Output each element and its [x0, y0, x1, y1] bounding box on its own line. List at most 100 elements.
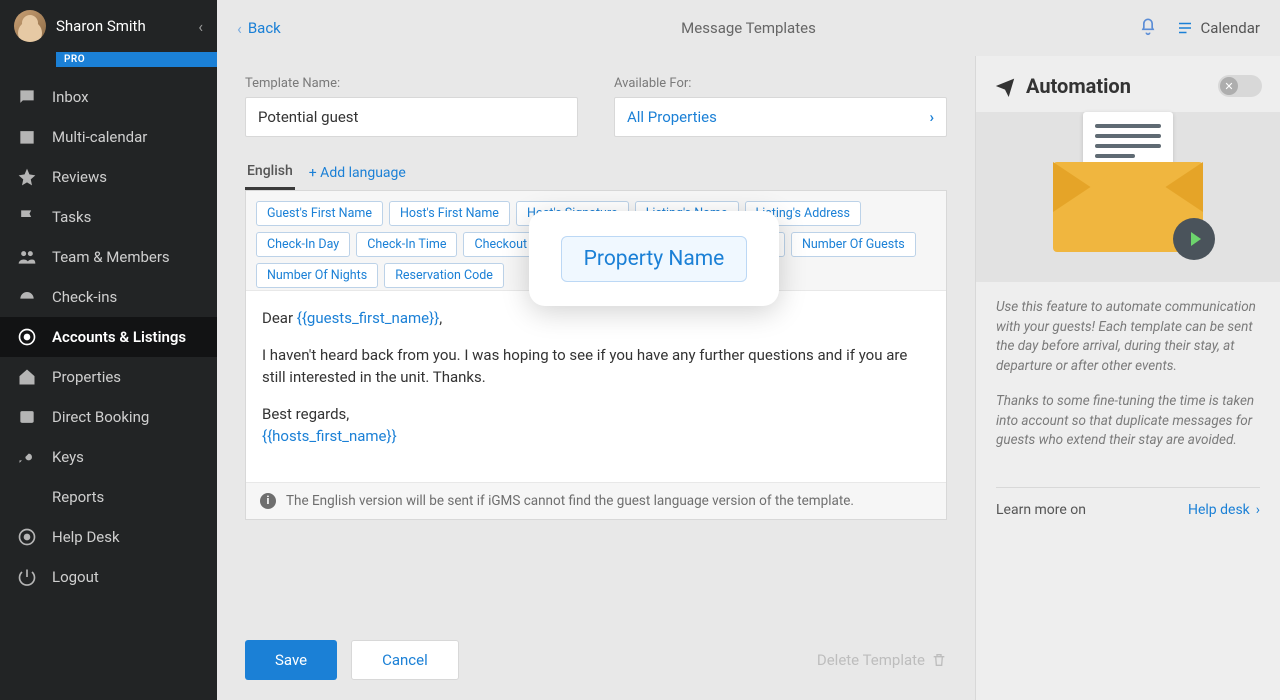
sidebar-item-logout[interactable]: Logout	[0, 557, 217, 597]
sidebar-item-accounts-listings[interactable]: Accounts & Listings	[0, 317, 217, 357]
highlight-tooltip: Property Name	[529, 211, 779, 306]
chip-hosts-first-name[interactable]: Host's First Name	[389, 201, 510, 226]
sidebar-item-reports[interactable]: Reports	[0, 477, 217, 517]
sidebar-item-label: Direct Booking	[52, 408, 149, 426]
home-icon	[16, 366, 38, 388]
delete-label: Delete Template	[817, 651, 925, 669]
info-note: i The English version will be sent if iG…	[246, 482, 946, 519]
sidebar-item-label: Keys	[52, 448, 84, 466]
chip-reservation-code[interactable]: Reservation Code	[384, 263, 504, 288]
sidebar-item-label: Tasks	[52, 208, 91, 226]
trash-icon	[931, 652, 947, 668]
flag-icon	[16, 206, 38, 228]
help-icon	[16, 526, 38, 548]
sidebar-item-reviews[interactable]: Reviews	[0, 157, 217, 197]
field-row: Template Name: Available For: All Proper…	[245, 76, 947, 137]
automation-title: Automation	[1026, 74, 1208, 98]
sidebar-item-team[interactable]: Team & Members	[0, 237, 217, 277]
automation-toggle[interactable]	[1218, 75, 1262, 97]
gear-play-icon	[1173, 218, 1215, 260]
field-available-for: Available For: All Properties ›	[614, 76, 947, 137]
sidebar-item-multicalendar[interactable]: Multi-calendar	[0, 117, 217, 157]
sidebar-item-label: Help Desk	[52, 528, 120, 546]
sidebar-item-label: Multi-calendar	[52, 128, 147, 146]
automation-header: Automation	[976, 56, 1280, 112]
sidebar-item-label: Accounts & Listings	[52, 328, 186, 346]
sidebar-item-label: Reports	[52, 488, 104, 506]
chip-guests-first-name[interactable]: Guest's First Name	[256, 201, 383, 226]
signoff-block: Best regards, {{hosts_first_name}}	[262, 403, 930, 448]
booking-icon	[16, 406, 38, 428]
plane-icon	[994, 75, 1016, 97]
chevron-right-icon: ›	[1256, 502, 1260, 518]
cancel-button[interactable]: Cancel	[351, 640, 459, 680]
chip-checkin-day[interactable]: Check-In Day	[256, 232, 350, 257]
calendar-icon	[16, 126, 38, 148]
message-body-editor[interactable]: Dear {{guests_first_name}}, I haven't he…	[246, 291, 946, 482]
pro-badge: PRO	[56, 52, 217, 67]
chip-property-name[interactable]: Property Name	[561, 236, 748, 282]
main: ‹ Back Message Templates Calendar Templa…	[217, 0, 1280, 700]
delete-template-button[interactable]: Delete Template	[817, 651, 947, 669]
automation-footer: Learn more on Help desk ›	[996, 487, 1260, 532]
body-paragraph: I haven't heard back from you. I was hop…	[262, 344, 930, 389]
team-icon	[16, 246, 38, 268]
notification-bell-icon[interactable]	[1138, 16, 1158, 40]
avatar[interactable]	[14, 10, 46, 42]
automation-p2: Thanks to some fine-tuning the time is t…	[996, 392, 1260, 451]
envelope-icon	[1053, 142, 1203, 252]
topbar: ‹ Back Message Templates Calendar	[217, 0, 1280, 56]
sidebar-item-checkins[interactable]: Check-ins	[0, 277, 217, 317]
sidebar-item-helpdesk[interactable]: Help Desk	[0, 517, 217, 557]
sidebar-item-label: Reviews	[52, 168, 107, 186]
sidebar-item-properties[interactable]: Properties	[0, 357, 217, 397]
content: Template Name: Available For: All Proper…	[217, 56, 1280, 700]
nav-list: Inbox Multi-calendar Reviews Tasks Team …	[0, 77, 217, 517]
chevron-left-icon: ‹	[237, 19, 242, 38]
chat-icon	[16, 86, 38, 108]
profile-name: Sharon Smith	[56, 17, 146, 35]
chip-number-of-guests[interactable]: Number Of Guests	[791, 232, 916, 257]
template-name-label: Template Name:	[245, 76, 578, 91]
sidebar-item-label: Team & Members	[52, 248, 170, 266]
back-label: Back	[248, 19, 281, 37]
sidebar-item-inbox[interactable]: Inbox	[0, 77, 217, 117]
sidebar-item-direct-booking[interactable]: Direct Booking	[0, 397, 217, 437]
automation-panel: Automation Use this feature to automate …	[975, 56, 1280, 700]
automation-p1: Use this feature to automate communicati…	[996, 298, 1260, 376]
logout-icon	[16, 566, 38, 588]
sidebar-item-keys[interactable]: Keys	[0, 437, 217, 477]
calendar-link[interactable]: Calendar	[1176, 19, 1260, 37]
automation-illustration	[976, 112, 1280, 282]
chip-number-of-nights[interactable]: Number Of Nights	[256, 263, 378, 288]
collapse-sidebar-icon[interactable]: ‹	[198, 17, 203, 36]
add-language-button[interactable]: + Add language	[309, 157, 406, 189]
sidebar-item-label: Check-ins	[52, 288, 117, 306]
field-template-name: Template Name:	[245, 76, 578, 137]
nav-bottom: Help Desk Logout	[0, 517, 217, 700]
info-icon: i	[260, 493, 276, 509]
sidebar: Sharon Smith ‹ PRO Inbox Multi-calendar …	[0, 0, 217, 700]
learn-more-label: Learn more on	[996, 502, 1086, 518]
tab-english[interactable]: English	[245, 155, 295, 190]
account-icon	[16, 326, 38, 348]
token-hosts-first-name: {{hosts_first_name}}	[262, 427, 397, 445]
chevron-right-icon: ›	[929, 108, 934, 126]
calendar-lines-icon	[1176, 19, 1194, 37]
template-name-input[interactable]	[245, 97, 578, 137]
topbar-right: Calendar	[1138, 16, 1260, 40]
template-editor: Template Name: Available For: All Proper…	[217, 56, 975, 700]
chip-checkin-time[interactable]: Check-In Time	[356, 232, 457, 257]
available-for-value: All Properties	[627, 108, 717, 126]
save-button[interactable]: Save	[245, 640, 337, 680]
sidebar-item-label: Logout	[52, 568, 99, 586]
actions-row: Save Cancel Delete Template	[245, 620, 947, 680]
back-button[interactable]: ‹ Back	[237, 19, 281, 38]
automation-description: Use this feature to automate communicati…	[976, 282, 1280, 467]
sidebar-item-label: Properties	[52, 368, 121, 386]
help-desk-link[interactable]: Help desk ›	[1188, 502, 1260, 518]
sidebar-item-tasks[interactable]: Tasks	[0, 197, 217, 237]
available-for-select[interactable]: All Properties ›	[614, 97, 947, 137]
star-icon	[16, 166, 38, 188]
bell-service-icon	[16, 286, 38, 308]
